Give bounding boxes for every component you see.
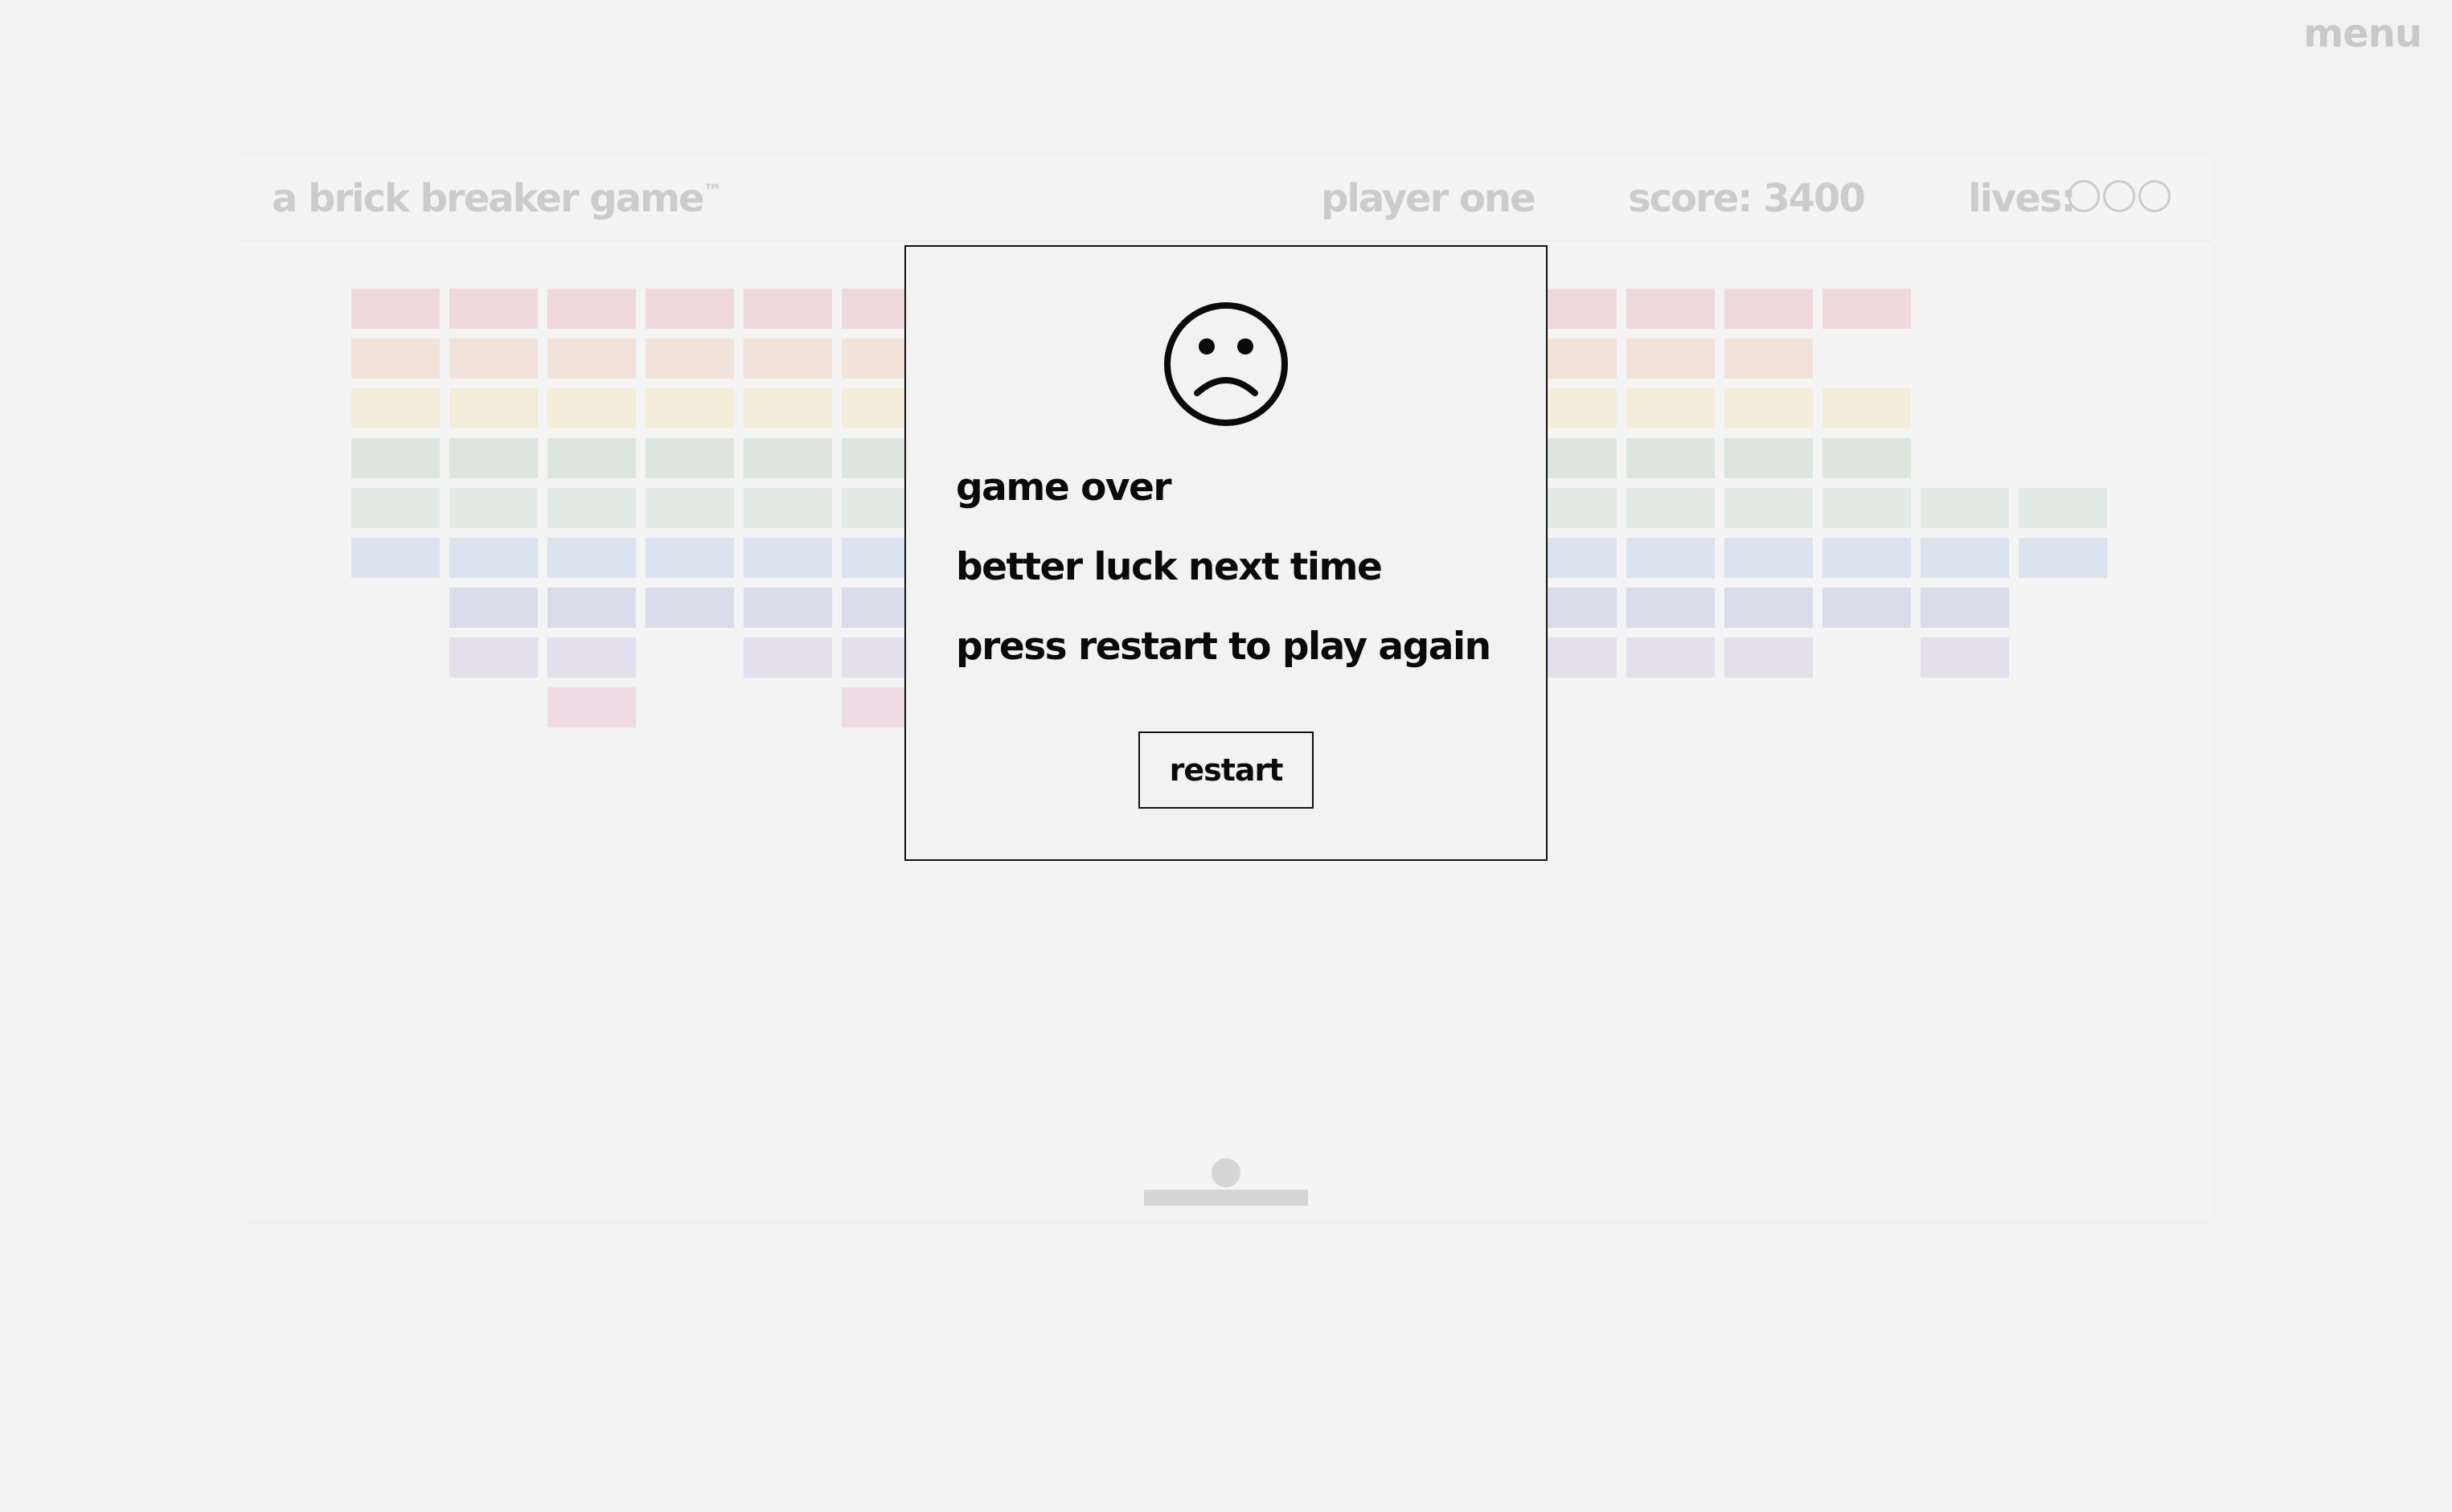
brick — [744, 538, 832, 578]
brick — [1921, 588, 2009, 628]
brick — [1626, 338, 1715, 379]
brick — [351, 289, 440, 329]
brick — [1626, 438, 1715, 478]
brick — [646, 289, 734, 329]
brick — [351, 338, 440, 379]
game-over-text: game over — [956, 465, 1172, 510]
better-luck-text: better luck next time — [956, 545, 1383, 589]
brick — [1823, 289, 1911, 329]
brick — [547, 637, 636, 678]
brick — [449, 588, 538, 628]
score-display: score: 3400 — [1628, 176, 1866, 221]
brick — [351, 388, 440, 428]
brick — [1724, 588, 1813, 628]
brick — [449, 488, 538, 528]
brick — [744, 338, 832, 379]
brick — [449, 637, 538, 678]
brick — [1823, 588, 1911, 628]
brick — [547, 538, 636, 578]
brick — [646, 538, 734, 578]
brick — [744, 637, 832, 678]
brick — [547, 388, 636, 428]
brick — [744, 289, 832, 329]
brick — [646, 388, 734, 428]
brick — [547, 687, 636, 727]
restart-instructions: press restart to play again — [956, 625, 1491, 669]
brick — [2019, 488, 2107, 528]
lives-indicator — [2068, 180, 2171, 212]
sad-face-icon — [1164, 302, 1288, 426]
paddle[interactable] — [1144, 1190, 1308, 1206]
brick — [1626, 289, 1715, 329]
brick — [2019, 538, 2107, 578]
brick — [449, 338, 538, 379]
brick — [1626, 588, 1715, 628]
brick — [351, 438, 440, 478]
life-icon — [2138, 180, 2171, 212]
menu-button[interactable]: menu — [2303, 11, 2422, 56]
game-over-dialog: game over better luck next time press re… — [904, 245, 1548, 861]
brick — [646, 338, 734, 379]
brick — [1724, 488, 1813, 528]
brick — [1921, 538, 2009, 578]
game-title: a brick breaker game™ — [272, 176, 723, 221]
brick — [646, 438, 734, 478]
brick — [744, 488, 832, 528]
brick — [646, 488, 734, 528]
brick — [1626, 538, 1715, 578]
player-name: player one — [1321, 176, 1536, 221]
brick — [351, 538, 440, 578]
brick — [449, 388, 538, 428]
life-icon — [2103, 180, 2135, 212]
brick — [1921, 637, 2009, 678]
brick — [1626, 388, 1715, 428]
brick — [1823, 538, 1911, 578]
brick — [1724, 538, 1813, 578]
brick — [1626, 488, 1715, 528]
brick — [1724, 289, 1813, 329]
brick — [547, 438, 636, 478]
life-icon — [2068, 180, 2100, 212]
brick — [744, 388, 832, 428]
game-title-text: a brick breaker game — [272, 176, 705, 221]
game-header: a brick breaker game™ player one score: … — [241, 155, 2211, 242]
brick — [1724, 637, 1813, 678]
brick — [1921, 488, 2009, 528]
brick — [744, 438, 832, 478]
brick — [1823, 388, 1911, 428]
trademark-symbol: ™ — [703, 180, 723, 203]
brick — [744, 588, 832, 628]
brick — [1823, 438, 1911, 478]
brick — [449, 538, 538, 578]
brick — [1626, 637, 1715, 678]
brick — [1724, 388, 1813, 428]
brick — [1724, 338, 1813, 379]
brick — [547, 289, 636, 329]
brick — [449, 289, 538, 329]
brick — [547, 488, 636, 528]
lives-label: lives: — [1968, 176, 2077, 221]
brick — [351, 488, 440, 528]
brick — [449, 438, 538, 478]
brick — [1724, 438, 1813, 478]
brick — [547, 588, 636, 628]
ball — [1212, 1158, 1240, 1187]
brick — [547, 338, 636, 379]
brick — [646, 588, 734, 628]
game-screen: menu a brick breaker game™ player one sc… — [0, 0, 2452, 1512]
brick — [1823, 488, 1911, 528]
restart-button[interactable]: restart — [1138, 731, 1314, 809]
